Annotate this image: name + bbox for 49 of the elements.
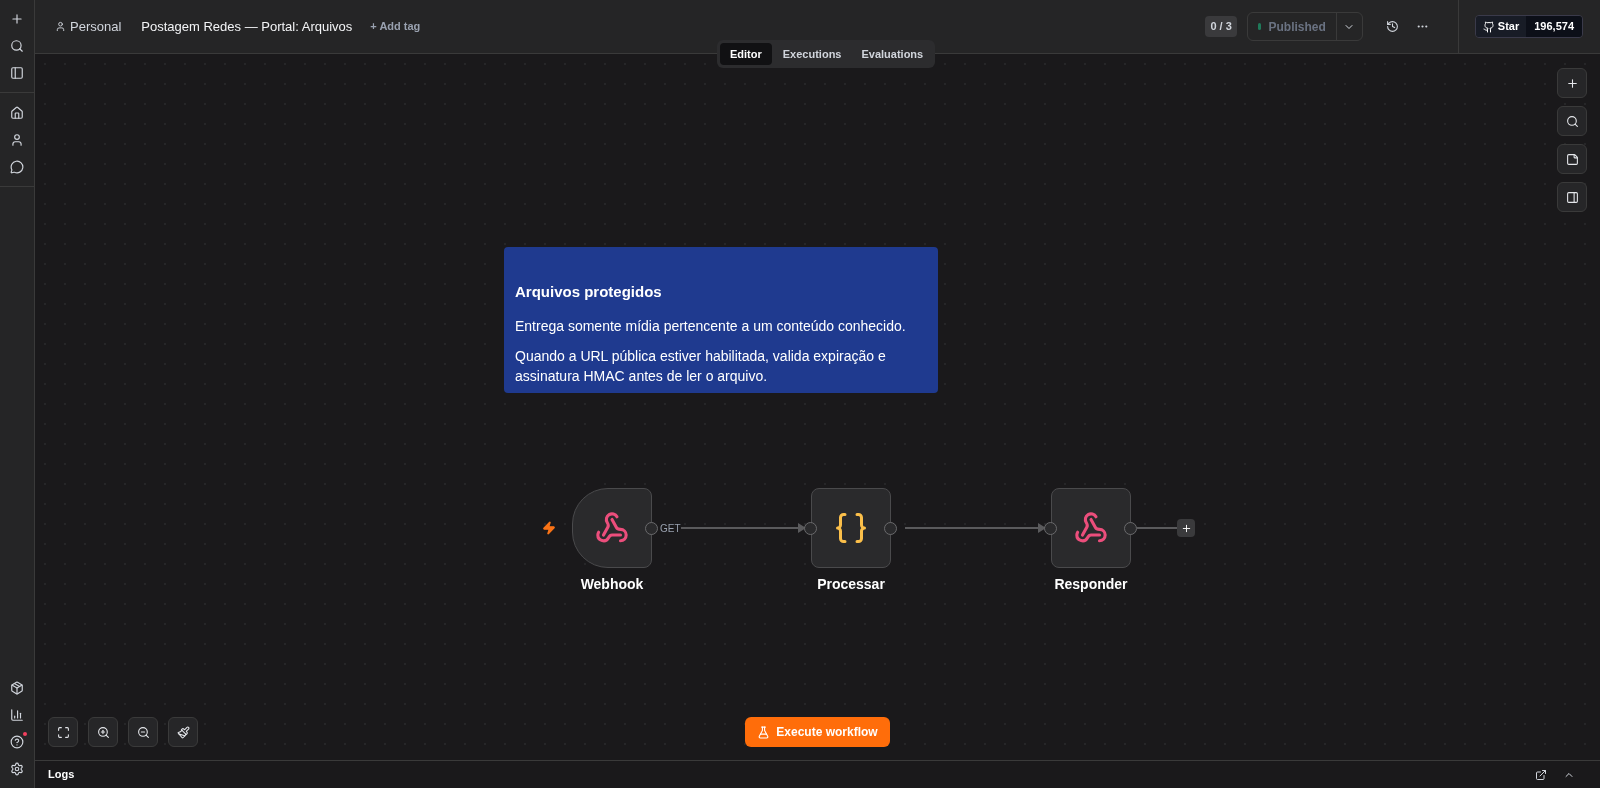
github-star-button[interactable]: Star 196,574 <box>1474 15 1583 38</box>
brush-icon[interactable] <box>168 717 198 747</box>
braces-icon <box>833 510 869 546</box>
search-icon[interactable] <box>10 38 24 53</box>
note-paragraph: Entrega somente mídia pertencente a um conteúdo conhecido. <box>515 316 907 336</box>
node-label: Webhook <box>579 575 645 594</box>
lightning-icon <box>542 521 556 535</box>
tab[interactable]: Editor <box>720 43 772 65</box>
webhook-icon <box>1074 511 1108 545</box>
plus-icon[interactable] <box>10 11 24 26</box>
chat-icon[interactable] <box>10 159 24 174</box>
project-link[interactable]: Personal <box>55 16 122 37</box>
plus-icon <box>1180 522 1192 534</box>
panel-icon[interactable] <box>1557 182 1587 212</box>
add-node-button[interactable] <box>1177 519 1195 537</box>
help-icon[interactable] <box>10 734 24 749</box>
zoom-out-icon[interactable] <box>128 717 158 747</box>
connector-line <box>1137 527 1177 529</box>
note-icon[interactable] <box>1557 144 1587 174</box>
history-icon[interactable] <box>1385 20 1399 33</box>
webhook-icon <box>595 511 629 545</box>
chart-icon[interactable] <box>10 707 24 722</box>
node-label: Responder <box>1053 575 1129 594</box>
note-title: Arquivos protegidos <box>515 282 663 302</box>
node-label: Processar <box>816 575 886 594</box>
tab[interactable]: Evaluations <box>852 43 933 65</box>
workflow-node[interactable] <box>572 488 652 568</box>
user-icon <box>55 21 66 32</box>
tab[interactable]: Executions <box>773 43 851 65</box>
add-tag-link[interactable]: + Add tag <box>370 18 421 35</box>
workflow-title[interactable]: Postagem Redes — Portal: Arquivos <box>141 16 353 37</box>
workflow-node[interactable] <box>1051 488 1131 568</box>
logs-title: Logs <box>48 767 75 783</box>
settings-icon[interactable] <box>10 761 24 776</box>
zoom-in-icon[interactable] <box>88 717 118 747</box>
fit-view-icon[interactable] <box>48 717 78 747</box>
sticky-note[interactable]: Arquivos protegidos Entrega somente mídia pertencente a um conteúdo conhecido. Quando a URL pública estiver habilitada, valida expiração e assinatura HMAC antes de ler o arquivo. <box>504 247 938 393</box>
pop-out-icon[interactable] <box>1535 768 1547 781</box>
github-icon <box>1482 20 1495 33</box>
note-paragraph: Quando a URL pública estiver habilitada, valida expiração e assinatura HMAC antes de ler o arquivo. <box>515 346 887 386</box>
status-label: Published <box>1268 18 1326 36</box>
package-icon[interactable] <box>10 680 24 695</box>
workflow-node[interactable] <box>811 488 891 568</box>
search-icon[interactable] <box>1557 106 1587 136</box>
home-icon[interactable] <box>10 105 24 120</box>
star-count: 196,574 <box>1526 16 1582 37</box>
flask-icon <box>757 725 771 739</box>
user-icon[interactable] <box>10 132 24 147</box>
version-count: 0 / 3 <box>1205 16 1237 37</box>
